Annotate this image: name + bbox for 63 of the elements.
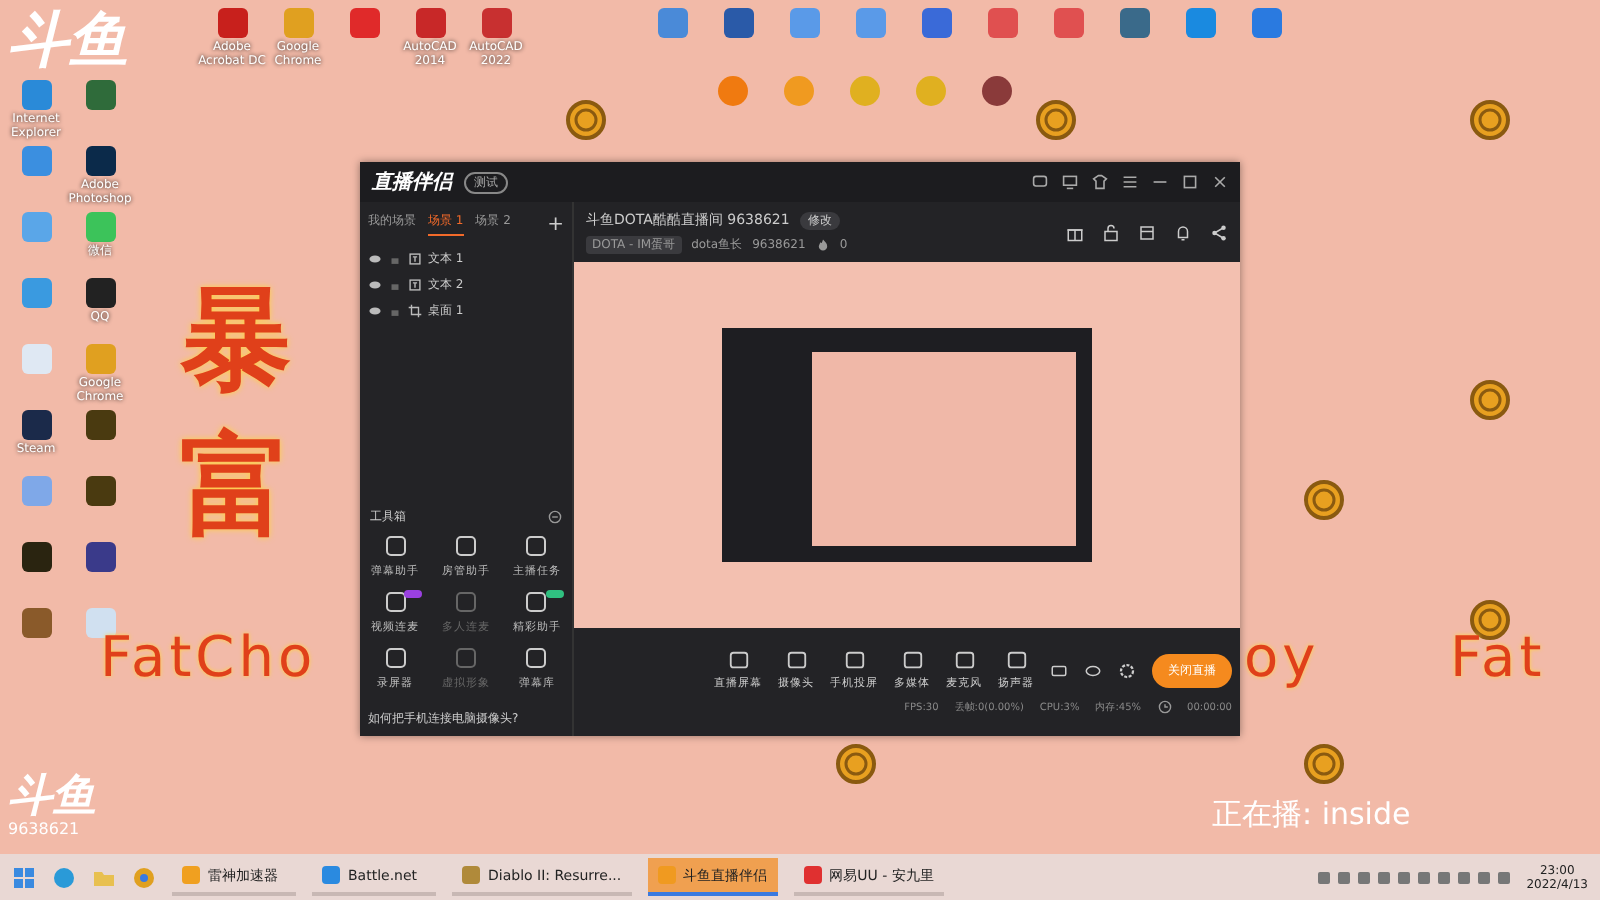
box-icon[interactable] xyxy=(1138,223,1156,241)
app-icon[interactable] xyxy=(85,542,115,572)
tool-icon xyxy=(383,646,408,670)
app-icon[interactable] xyxy=(85,476,115,506)
chat-icon[interactable] xyxy=(1032,174,1048,190)
app-icon[interactable] xyxy=(981,76,1011,106)
app-icon[interactable] xyxy=(21,410,51,440)
maximize-icon[interactable] xyxy=(1182,174,1198,190)
share-icon[interactable] xyxy=(1210,223,1228,241)
decorative-text: 暴富 xyxy=(180,274,292,556)
coin-icon xyxy=(1470,100,1510,140)
flame-icon xyxy=(815,238,830,252)
coin-icon xyxy=(1036,100,1076,140)
source-icon xyxy=(785,650,807,672)
app-icon[interactable] xyxy=(85,146,115,176)
lock-icon[interactable] xyxy=(1102,223,1120,241)
text-icon xyxy=(408,278,422,292)
system-tray-icons[interactable] xyxy=(1318,871,1511,883)
record-icon[interactable] xyxy=(1050,661,1068,679)
coin-icon xyxy=(836,744,876,784)
source-icon xyxy=(901,650,923,672)
tool-icon xyxy=(524,590,549,614)
edge-icon[interactable] xyxy=(52,865,76,889)
settings-icon[interactable] xyxy=(1118,661,1136,679)
coin-icon xyxy=(1304,744,1344,784)
source-icon xyxy=(843,650,865,672)
chrome-icon[interactable] xyxy=(132,865,156,889)
app-icon[interactable] xyxy=(21,542,51,572)
logo-text: 斗鱼 xyxy=(8,776,96,820)
room-number: 9638621 xyxy=(8,820,82,838)
logo-text: 斗鱼 xyxy=(8,4,128,80)
tool-icon xyxy=(383,534,408,558)
shirt-icon[interactable] xyxy=(1092,174,1108,190)
tool-icon xyxy=(383,590,408,614)
tool-icon xyxy=(453,646,478,670)
decorative-text: oy xyxy=(1244,624,1320,690)
app-icon[interactable] xyxy=(85,278,115,308)
app-logo: 直播伴侣 xyxy=(372,169,452,196)
bell-icon[interactable] xyxy=(1174,223,1192,241)
tool-icon xyxy=(524,646,549,670)
source-icon xyxy=(953,650,975,672)
tool-icon xyxy=(524,534,549,558)
add-scene-button[interactable]: + xyxy=(547,213,564,235)
more-icon[interactable] xyxy=(548,510,562,524)
source-icon xyxy=(727,650,749,672)
coin-icon xyxy=(566,100,606,140)
eye-icon[interactable] xyxy=(1084,661,1102,679)
menu-icon[interactable] xyxy=(1122,174,1138,190)
now-playing-text: 正在播: inside xyxy=(1212,796,1411,834)
source-icon xyxy=(1005,650,1027,672)
coin-icon xyxy=(1470,380,1510,420)
windows-logo-icon[interactable] xyxy=(12,865,36,889)
tool-icon xyxy=(453,534,478,558)
decorative-text: Fat xyxy=(1450,624,1546,690)
decorative-text: FatCho xyxy=(100,624,317,690)
clock-icon xyxy=(1157,700,1172,714)
crop-icon xyxy=(408,304,422,318)
close-icon[interactable] xyxy=(1212,174,1228,190)
monitor-icon[interactable] xyxy=(1062,174,1078,190)
tool-icon xyxy=(453,590,478,614)
coin-icon xyxy=(1304,480,1344,520)
app-icon[interactable] xyxy=(85,410,115,440)
text-icon xyxy=(408,252,422,266)
